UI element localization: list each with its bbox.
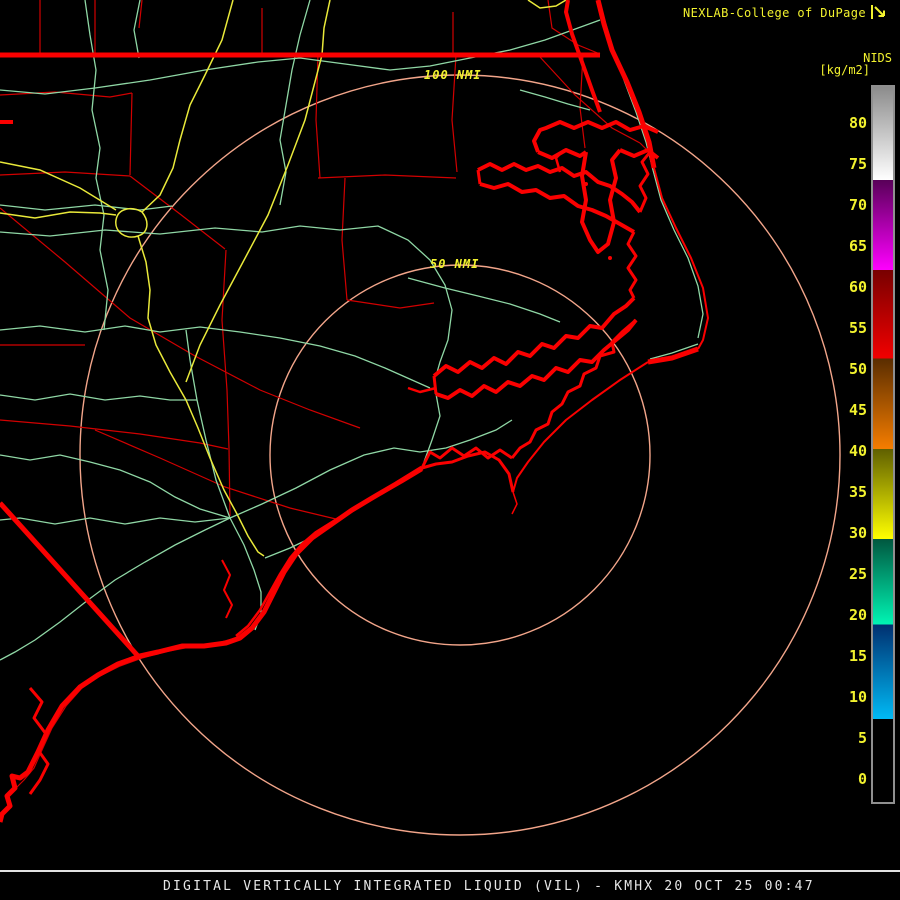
scale-tick-75: 75 <box>848 155 867 173</box>
scale-tick-55: 55 <box>848 319 867 337</box>
units-label: [kg/m2] <box>819 63 870 77</box>
nc-sc-border <box>0 501 140 658</box>
scale-tick-25: 25 <box>848 565 867 583</box>
cape-lookout <box>421 450 515 493</box>
scale-tick-30: 30 <box>848 524 867 542</box>
onslow-bay-coast <box>0 465 424 823</box>
scale-tick-35: 35 <box>848 483 867 501</box>
county-lines <box>0 0 656 791</box>
scale-tick-10: 10 <box>848 688 867 706</box>
radar-display: NEXLAB-College of DuPage NIDS [kg/m2] 80… <box>0 0 900 900</box>
scale-tick-80: 80 <box>848 114 867 132</box>
scale-tick-5: 5 <box>857 729 867 747</box>
dupage-corner-arrow-icon <box>871 5 885 19</box>
color-scale-bar <box>871 85 895 804</box>
scale-tick-50: 50 <box>848 360 867 378</box>
outer-banks-hatteras <box>653 167 709 350</box>
alligator-river <box>580 148 622 254</box>
scale-tick-45: 45 <box>848 401 867 419</box>
scale-tick-70: 70 <box>848 196 867 214</box>
highway-lines <box>0 0 567 557</box>
radar-map <box>0 0 841 836</box>
range-ring-label-100nmi: 100 NMI <box>424 68 482 82</box>
scale-tick-15: 15 <box>848 647 867 665</box>
coastline <box>0 0 709 823</box>
neuse-river <box>432 296 636 378</box>
scale-tick-20: 20 <box>848 606 867 624</box>
scale-tick-65: 65 <box>848 237 867 255</box>
scale-tick-60: 60 <box>848 278 867 296</box>
scale-tick-40: 40 <box>848 442 867 460</box>
albemarle-sound <box>532 120 659 153</box>
product-caption: DIGITAL VERTICALLY INTEGRATED LIQUID (VI… <box>163 879 815 894</box>
range-ring-label-50nmi: 50 NMI <box>430 257 480 271</box>
page-title: NEXLAB-College of DuPage <box>683 6 866 20</box>
state-borders <box>0 52 600 658</box>
scale-tick-0: 0 <box>857 770 867 788</box>
road-lines <box>0 0 704 661</box>
footer-divider <box>0 870 900 872</box>
